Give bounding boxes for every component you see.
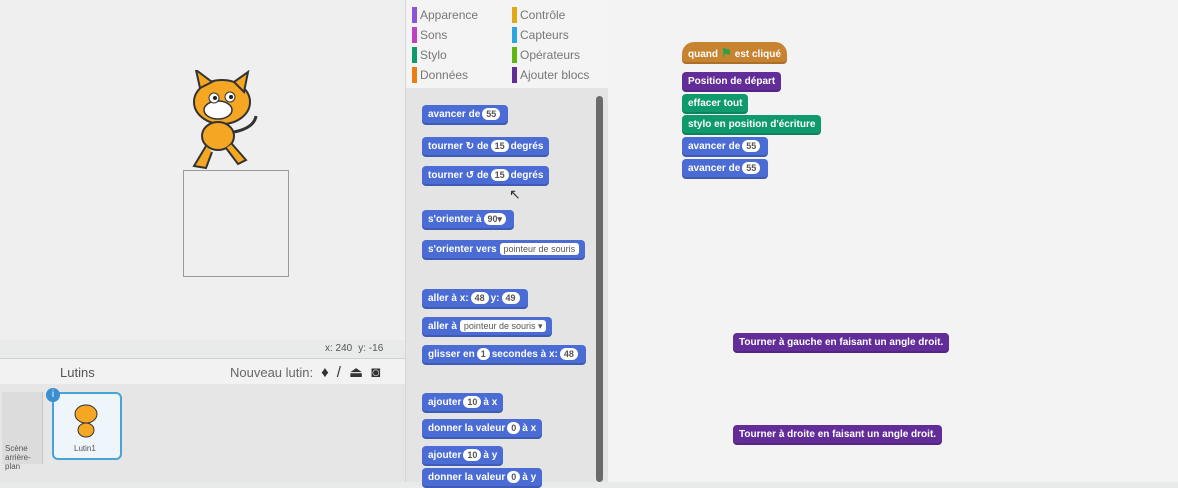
sprite-info-icon[interactable]: i	[46, 388, 60, 402]
category-data[interactable]: Données	[412, 66, 468, 84]
sprite-tile[interactable]: Lutin1	[52, 392, 122, 460]
block-change-y[interactable]: ajouter 10 à y	[422, 446, 504, 466]
palette-scrollbar[interactable]	[596, 96, 603, 482]
stage-thumbnail-label: Scène arrière-plan	[5, 444, 31, 471]
block-turn-right[interactable]: tourner ↻ de 15 degrés	[422, 137, 550, 157]
green-flag-icon: ⚑	[721, 46, 732, 60]
block-glide[interactable]: glisser en 1 secondes à x: 48	[422, 345, 586, 365]
block-goto[interactable]: aller à pointeur de souris ▾	[422, 317, 553, 337]
sprites-header: Lutins Nouveau lutin: ♦ / ⏏ ◙	[0, 358, 412, 385]
block-change-x[interactable]: ajouter 10 à x	[422, 393, 504, 413]
block-goto-xy[interactable]: aller à x: 48 y: 49	[422, 289, 528, 309]
turn-left-icon: ↺	[465, 170, 475, 181]
drawn-square	[183, 170, 289, 277]
category-control[interactable]: Contrôle	[512, 6, 565, 24]
cat-thumbnail-icon	[74, 404, 98, 438]
choose-sprite-icon[interactable]: ♦	[321, 364, 329, 381]
block-move-steps-1[interactable]: avancer de 55	[682, 137, 769, 157]
block-turn-left[interactable]: tourner ↺ de 15 degrés	[422, 166, 550, 186]
mouse-coordinates: x: 240 y: -16	[325, 343, 384, 354]
turn-right-icon: ↻	[465, 141, 475, 152]
stage[interactable]	[0, 0, 405, 340]
category-operators[interactable]: Opérateurs	[512, 46, 580, 64]
camera-icon[interactable]: ◙	[371, 364, 380, 381]
category-sensing[interactable]: Capteurs	[512, 26, 569, 44]
block-point-direction[interactable]: s'orienter à 90▾	[422, 210, 515, 230]
upload-sprite-icon[interactable]: ⏏	[349, 363, 363, 381]
block-when-flag-clicked[interactable]: quand ⚑ est cliqué	[682, 42, 787, 64]
sprites-title: Lutins	[60, 365, 95, 380]
category-pen[interactable]: Stylo	[412, 46, 447, 64]
cat-sprite-icon[interactable]	[178, 70, 260, 170]
block-move-steps-2[interactable]: avancer de 55	[682, 159, 769, 179]
block-set-x[interactable]: donner la valeur 0 à x	[422, 419, 543, 439]
stage-thumbnail[interactable]: Scène arrière-plan	[2, 392, 43, 471]
block-define-turn-right[interactable]: Tourner à droite en faisant un angle dro…	[733, 425, 943, 445]
block-move-steps[interactable]: avancer de 55	[422, 105, 509, 125]
block-point-towards[interactable]: s'orienter vers pointeur de souris	[422, 240, 586, 260]
block-custom-start-position[interactable]: Position de départ	[682, 72, 782, 92]
block-pen-down[interactable]: stylo en position d'écriture	[682, 115, 822, 135]
new-sprite-toolbar: Nouveau lutin: ♦ / ⏏ ◙	[230, 363, 380, 382]
block-define-turn-left[interactable]: Tourner à gauche en faisant un angle dro…	[733, 333, 950, 353]
mouse-cursor-icon: ↖	[509, 186, 521, 202]
category-looks[interactable]: Apparence	[412, 6, 478, 24]
sprite-name: Lutin1	[74, 444, 96, 453]
new-sprite-label: Nouveau lutin:	[230, 364, 314, 380]
category-sound[interactable]: Sons	[412, 26, 447, 44]
block-categories: Apparence Contrôle Sons Capteurs Stylo O…	[405, 0, 609, 88]
paint-sprite-icon[interactable]: /	[337, 364, 341, 381]
block-set-y[interactable]: donner la valeur 0 à y	[422, 468, 543, 488]
block-clear[interactable]: effacer tout	[682, 94, 749, 114]
category-more-blocks[interactable]: Ajouter blocs	[512, 66, 589, 84]
